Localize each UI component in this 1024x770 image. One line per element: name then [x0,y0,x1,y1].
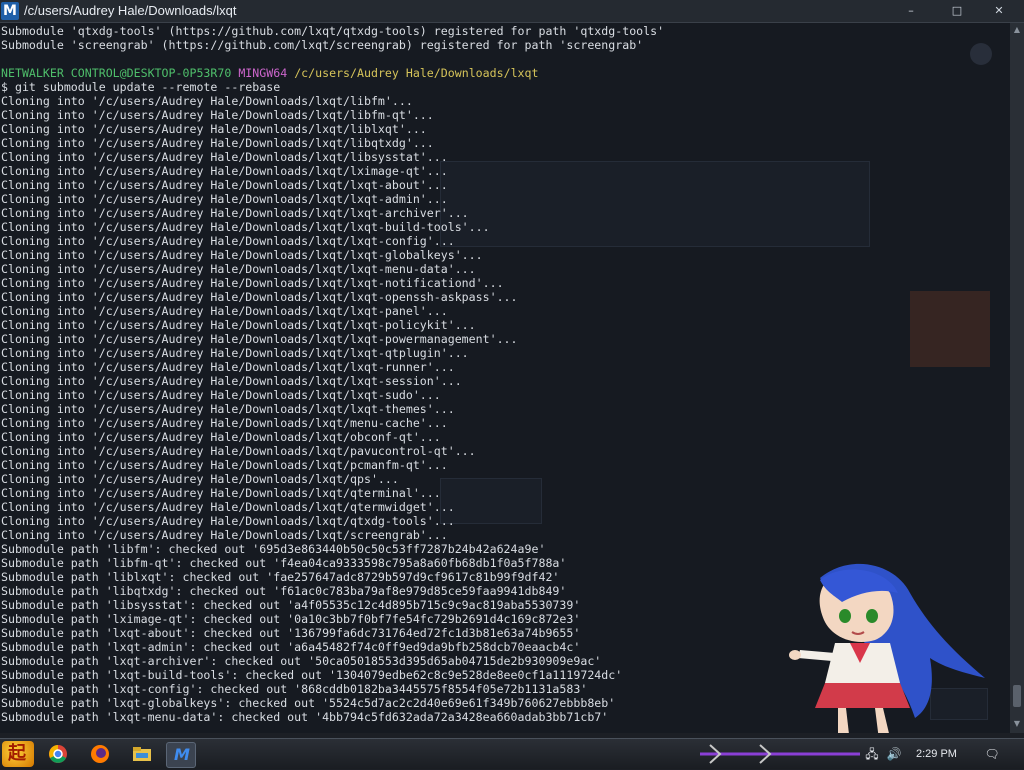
terminal-line: Cloning into '/c/users/Audrey Hale/Downl… [1,416,448,430]
maximize-button[interactable]: □ [942,4,972,18]
terminal-line: Cloning into '/c/users/Audrey Hale/Downl… [1,402,455,416]
chrome-taskbar-icon[interactable] [44,742,72,766]
terminal-line: Cloning into '/c/users/Audrey Hale/Downl… [1,178,448,192]
terminal-line: NETWALKER CONTROL@DESKTOP-0P53R70 MINGW6… [1,66,1006,80]
terminal-line: Cloning into '/c/users/Audrey Hale/Downl… [1,458,448,472]
start-button[interactable]: 起 [2,741,34,767]
mingw-app-icon[interactable]: M [1,2,19,20]
volume-icon[interactable]: 🔊 [886,746,902,762]
prompt-user-host: NETWALKER CONTROL@DESKTOP-0P53R70 [1,66,232,80]
prompt-path: /c/users/Audrey Hale/Downloads/lxqt [294,66,539,80]
firefox-taskbar-icon[interactable] [86,742,114,766]
terminal-scrollbar[interactable]: ▲ ▼ [1010,23,1024,733]
terminal-line: Cloning into '/c/users/Audrey Hale/Downl… [1,276,504,290]
terminal-line: Submodule 'screengrab' (https://github.c… [1,38,644,52]
terminal-line: Cloning into '/c/users/Audrey Hale/Downl… [1,346,469,360]
terminal-line: Cloning into '/c/users/Audrey Hale/Downl… [1,444,476,458]
terminal-line: Cloning into '/c/users/Audrey Hale/Downl… [1,94,413,108]
start-glyph: 起 [8,743,26,764]
anime-mascot-image [789,563,985,733]
scroll-down-arrow-icon[interactable]: ▼ [1012,719,1022,729]
terminal-line: Cloning into '/c/users/Audrey Hale/Downl… [1,192,448,206]
terminal-line: Cloning into '/c/users/Audrey Hale/Downl… [1,248,483,262]
terminal-line: Cloning into '/c/users/Audrey Hale/Downl… [1,374,462,388]
terminal-line: $ git submodule update --remote --rebase [1,80,281,94]
prompt-shell: MINGW64 [238,66,288,80]
notifications-icon[interactable]: 🗨 [984,746,1000,762]
terminal-line: Cloning into '/c/users/Audrey Hale/Downl… [1,206,469,220]
taskbar-decoration [700,744,860,764]
terminal-line: Cloning into '/c/users/Audrey Hale/Downl… [1,108,434,122]
terminal-line: Submodule 'qtxdg-tools' (https://github.… [1,24,665,38]
terminal-line: Cloning into '/c/users/Audrey Hale/Downl… [1,528,448,542]
terminal-line: Cloning into '/c/users/Audrey Hale/Downl… [1,262,476,276]
minimize-button[interactable]: – [896,4,926,18]
scroll-thumb[interactable] [1013,685,1021,707]
terminal-line: Cloning into '/c/users/Audrey Hale/Downl… [1,360,455,374]
terminal-line: Cloning into '/c/users/Audrey Hale/Downl… [1,234,455,248]
terminal-line: Cloning into '/c/users/Audrey Hale/Downl… [1,136,434,150]
window-title: /c/users/Audrey Hale/Downloads/lxqt [24,3,237,18]
taskbar: 起 M 🖧 🔊 2:29 PM 🗨 [0,738,1024,769]
window-title-bar[interactable]: M /c/users/Audrey Hale/Downloads/lxqt – … [0,0,1024,23]
network-icon[interactable]: 🖧 [864,746,880,762]
terminal-line: Cloning into '/c/users/Audrey Hale/Downl… [1,332,518,346]
terminal-line: Cloning into '/c/users/Audrey Hale/Downl… [1,486,441,500]
taskbar-clock[interactable]: 2:29 PM [916,747,957,761]
terminal-line: Cloning into '/c/users/Audrey Hale/Downl… [1,290,518,304]
terminal-line: Submodule path 'libfm': checked out '695… [1,542,546,556]
scroll-up-arrow-icon[interactable]: ▲ [1012,25,1022,35]
terminal-line: Cloning into '/c/users/Audrey Hale/Downl… [1,514,455,528]
terminal-line: Cloning into '/c/users/Audrey Hale/Downl… [1,318,476,332]
terminal-line: Cloning into '/c/users/Audrey Hale/Downl… [1,388,441,402]
terminal-line: Cloning into '/c/users/Audrey Hale/Downl… [1,500,455,514]
terminal-line: Cloning into '/c/users/Audrey Hale/Downl… [1,304,448,318]
terminal-line: Cloning into '/c/users/Audrey Hale/Downl… [1,220,490,234]
terminal-line: Cloning into '/c/users/Audrey Hale/Downl… [1,150,448,164]
mingw-taskbar-icon[interactable]: M [166,742,196,768]
mingw-taskbar-glyph: M [174,745,190,764]
terminal-line: Cloning into '/c/users/Audrey Hale/Downl… [1,164,448,178]
terminal-line: Cloning into '/c/users/Audrey Hale/Downl… [1,430,441,444]
terminal-output-area[interactable]: Submodule 'qtxdg-tools' (https://github.… [0,23,1010,733]
terminal-line: Cloning into '/c/users/Audrey Hale/Downl… [1,122,427,136]
close-button[interactable]: ✕ [984,4,1014,18]
terminal-line: Cloning into '/c/users/Audrey Hale/Downl… [1,472,399,486]
file-explorer-taskbar-icon[interactable] [128,742,156,766]
